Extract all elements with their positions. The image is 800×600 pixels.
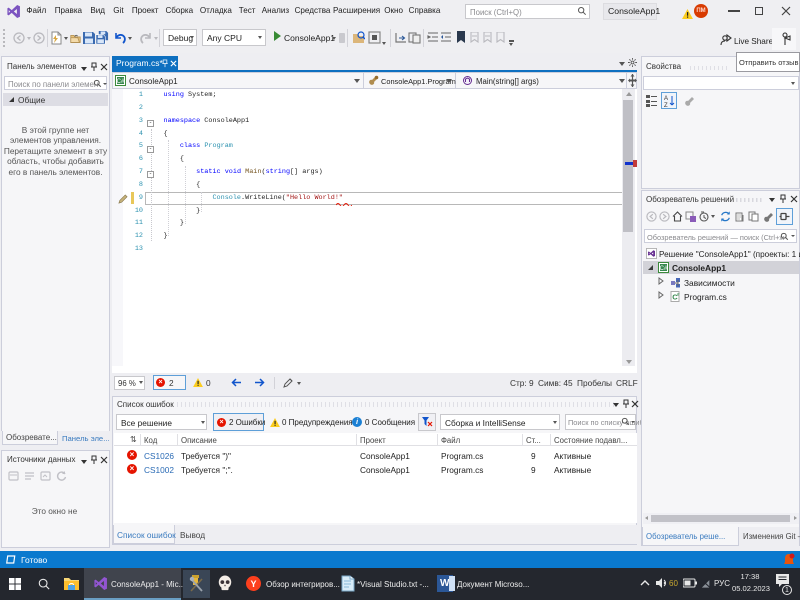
svg-text:A: A [664, 96, 668, 102]
svg-text:C#: C# [660, 266, 668, 272]
svg-text:Z: Z [664, 103, 668, 107]
svg-text:C#: C# [117, 79, 125, 85]
